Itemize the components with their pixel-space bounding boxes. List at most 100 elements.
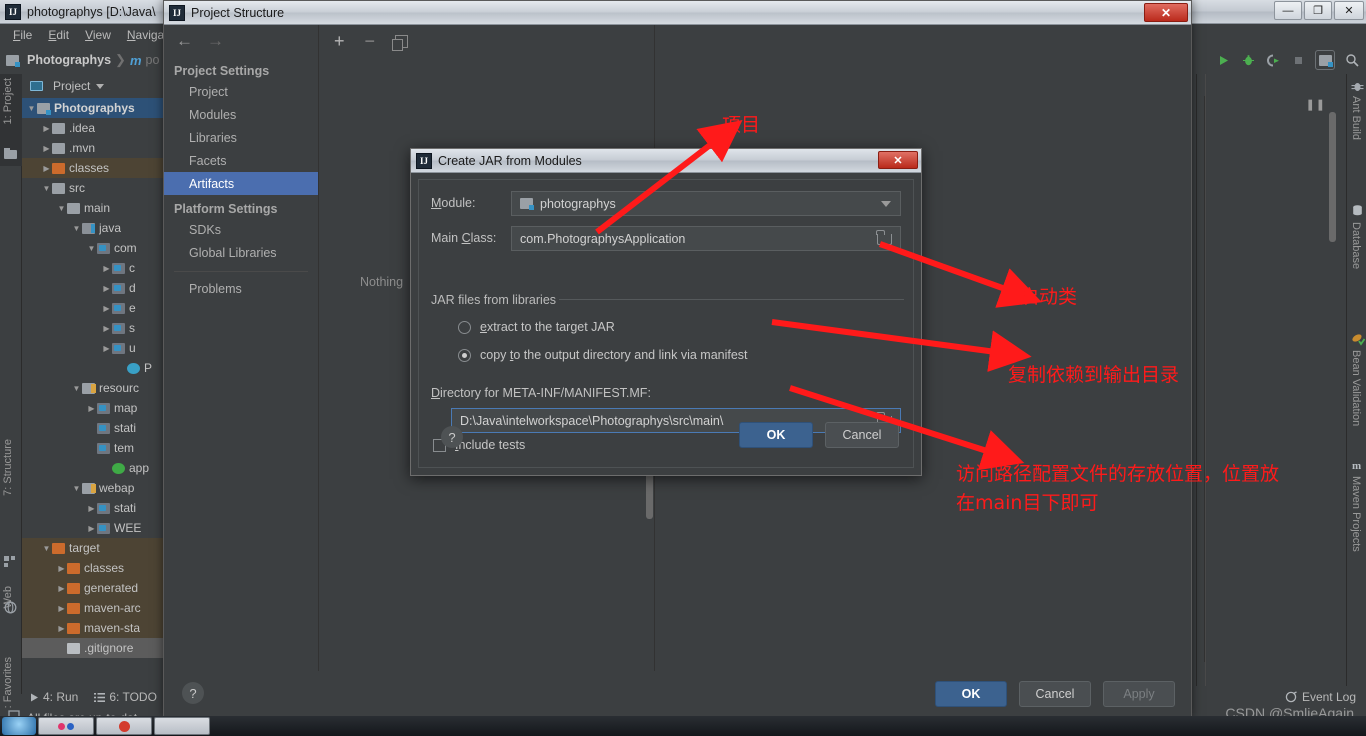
tree-node[interactable]: ▶ classes [22,158,167,178]
chevron-right-icon[interactable]: ▶ [101,344,112,353]
remove-icon[interactable]: − [365,32,376,50]
sidebar-item-problems[interactable]: Problems [164,277,318,300]
sidebar-item-libraries[interactable]: Libraries [164,126,318,149]
windows-taskbar[interactable] [0,716,1366,736]
tree-node[interactable]: .gitignore [22,638,167,658]
tree-node[interactable]: ▼ com [22,238,167,258]
help-icon-ps[interactable]: ? [182,682,204,704]
taskbar-app-2[interactable] [96,717,152,735]
module-combobox[interactable]: photographys [511,191,901,216]
tree-node[interactable]: P [22,358,167,378]
project-panel-header[interactable]: Project [22,74,167,98]
taskbar-app-3[interactable] [154,717,210,735]
tree-node[interactable]: ▶ .idea [22,118,167,138]
close-icon-ps[interactable]: ✕ [1144,3,1188,22]
tree-node[interactable]: ▼ src [22,178,167,198]
radio-extract-to-target-jar[interactable]: extract to the target JAR [458,320,615,334]
tree-node[interactable]: ▶ map [22,398,167,418]
chevron-down-icon[interactable]: ▼ [26,104,37,113]
tree-node[interactable]: ▼ Photographys [22,98,167,118]
event-log-button[interactable]: Event Log [1285,690,1356,704]
chevron-right-icon[interactable]: ▶ [56,604,67,613]
copy-icon[interactable] [392,34,409,51]
project-structure-icon[interactable] [1315,50,1335,70]
sidebar-item-structure[interactable]: 7: Structure [2,439,14,496]
sidebar-item-project[interactable]: 1: Project [2,78,14,124]
sidebar-item-favorites[interactable]: 2: Favorites [2,657,14,714]
sidebar-item-global-libraries[interactable]: Global Libraries [164,241,318,264]
tree-node[interactable]: ▼ java [22,218,167,238]
tree-node[interactable]: ▶ c [22,258,167,278]
chevron-right-icon[interactable]: ▶ [86,524,97,533]
cancel-button-jar[interactable]: Cancel [825,422,899,448]
chevron-right-icon[interactable]: ▶ [41,124,52,133]
apply-button-ps[interactable]: Apply [1103,681,1175,707]
ok-button-ps[interactable]: OK [935,681,1007,707]
sidebar-item-artifacts[interactable]: Artifacts [164,172,318,195]
left-tool-strip[interactable]: 1: Project 7: Structure Web 2: Favorites [0,74,22,735]
project-structure-nav[interactable]: ← → Project Settings Project Modules Lib… [164,25,319,671]
chevron-right-icon[interactable]: ▶ [101,324,112,333]
breadcrumb-tail[interactable]: po [146,53,160,67]
ok-button-jar[interactable]: OK [739,422,813,448]
maximize-icon[interactable]: ❐ [1304,1,1332,20]
tree-node[interactable]: ▶ maven-arc [22,598,167,618]
editor-scrollbar[interactable] [1329,112,1336,242]
chevron-down-icon[interactable]: ▼ [56,204,67,213]
chevron-down-icon[interactable]: ▼ [86,244,97,253]
chevron-down-icon[interactable]: ▼ [41,184,52,193]
menu-view[interactable]: View [78,26,118,44]
tree-node[interactable]: ▶ d [22,278,167,298]
right-tool-strip[interactable]: Ant Build Database Bean Validation m Mav… [1346,74,1366,688]
sidebar-item-ant-build[interactable]: Ant Build [1350,96,1362,140]
main-class-input[interactable]: com.PhotographysApplication [511,226,901,251]
stop-icon[interactable] [1290,52,1306,68]
back-arrow-icon[interactable]: ← [176,31,193,51]
chevron-right-icon[interactable]: ▶ [101,284,112,293]
radio-copy-to-output-dir[interactable]: copy to the output directory and link vi… [458,348,748,362]
close-icon[interactable]: ✕ [1334,1,1364,20]
chevron-right-icon[interactable]: ▶ [101,304,112,313]
run-coverage-icon[interactable] [1265,52,1281,68]
sidebar-item-facets[interactable]: Facets [164,149,318,172]
debug-icon[interactable] [1240,52,1256,68]
chevron-right-icon[interactable]: ▶ [56,584,67,593]
create-jar-buttons[interactable]: OK Cancel [739,422,899,448]
chevron-right-icon[interactable]: ▶ [86,504,97,513]
chevron-right-icon[interactable]: ▶ [41,164,52,173]
tree-node[interactable]: ▶ classes [22,558,167,578]
bottom-item-run[interactable]: 4: Run [30,690,78,704]
forward-arrow-icon[interactable]: → [207,31,224,51]
sidebar-item-modules[interactable]: Modules [164,103,318,126]
chevron-down-icon[interactable]: ▼ [41,544,52,553]
sidebar-item-bean-validation[interactable]: Bean Validation [1350,350,1362,426]
tree-node[interactable]: ▼ target [22,538,167,558]
chevron-down-icon-module[interactable] [881,201,891,207]
project-structure-footer-buttons[interactable]: OK Cancel Apply [935,681,1175,707]
editor-pane[interactable]: ❚❚ [1204,96,1340,662]
chevron-right-icon[interactable]: ▶ [56,564,67,573]
run-icon[interactable] [1215,52,1231,68]
sidebar-item-project[interactable]: Project [164,80,318,103]
ide-window-controls[interactable]: — ❐ ✕ [1274,1,1364,20]
tree-node[interactable]: stati [22,418,167,438]
bottom-item-todo[interactable]: 6: TODO [94,690,157,704]
breadcrumb-project[interactable]: Photographys [27,53,111,67]
cancel-button-ps[interactable]: Cancel [1019,681,1091,707]
tree-node[interactable]: ▼ resourc [22,378,167,398]
browse-folder-icon-mainclass[interactable] [876,230,892,245]
tree-node[interactable]: ▶ e [22,298,167,318]
breadcrumb[interactable]: Photographys ❯ m po [0,52,159,68]
sidebar-item-maven-projects[interactable]: Maven Projects [1350,476,1362,552]
start-button-icon[interactable] [2,717,36,735]
search-icon[interactable] [1344,52,1360,68]
tree-node[interactable]: ▶ s [22,318,167,338]
minimize-icon[interactable]: — [1274,1,1302,20]
tree-node[interactable]: ▶ u [22,338,167,358]
chevron-right-icon[interactable]: ▶ [86,404,97,413]
menu-edit[interactable]: Edit [41,26,76,44]
chevron-right-icon[interactable]: ▶ [41,144,52,153]
tree-node[interactable]: ▶ .mvn [22,138,167,158]
chevron-down-icon[interactable]: ▼ [71,384,82,393]
tree-node[interactable]: app [22,458,167,478]
